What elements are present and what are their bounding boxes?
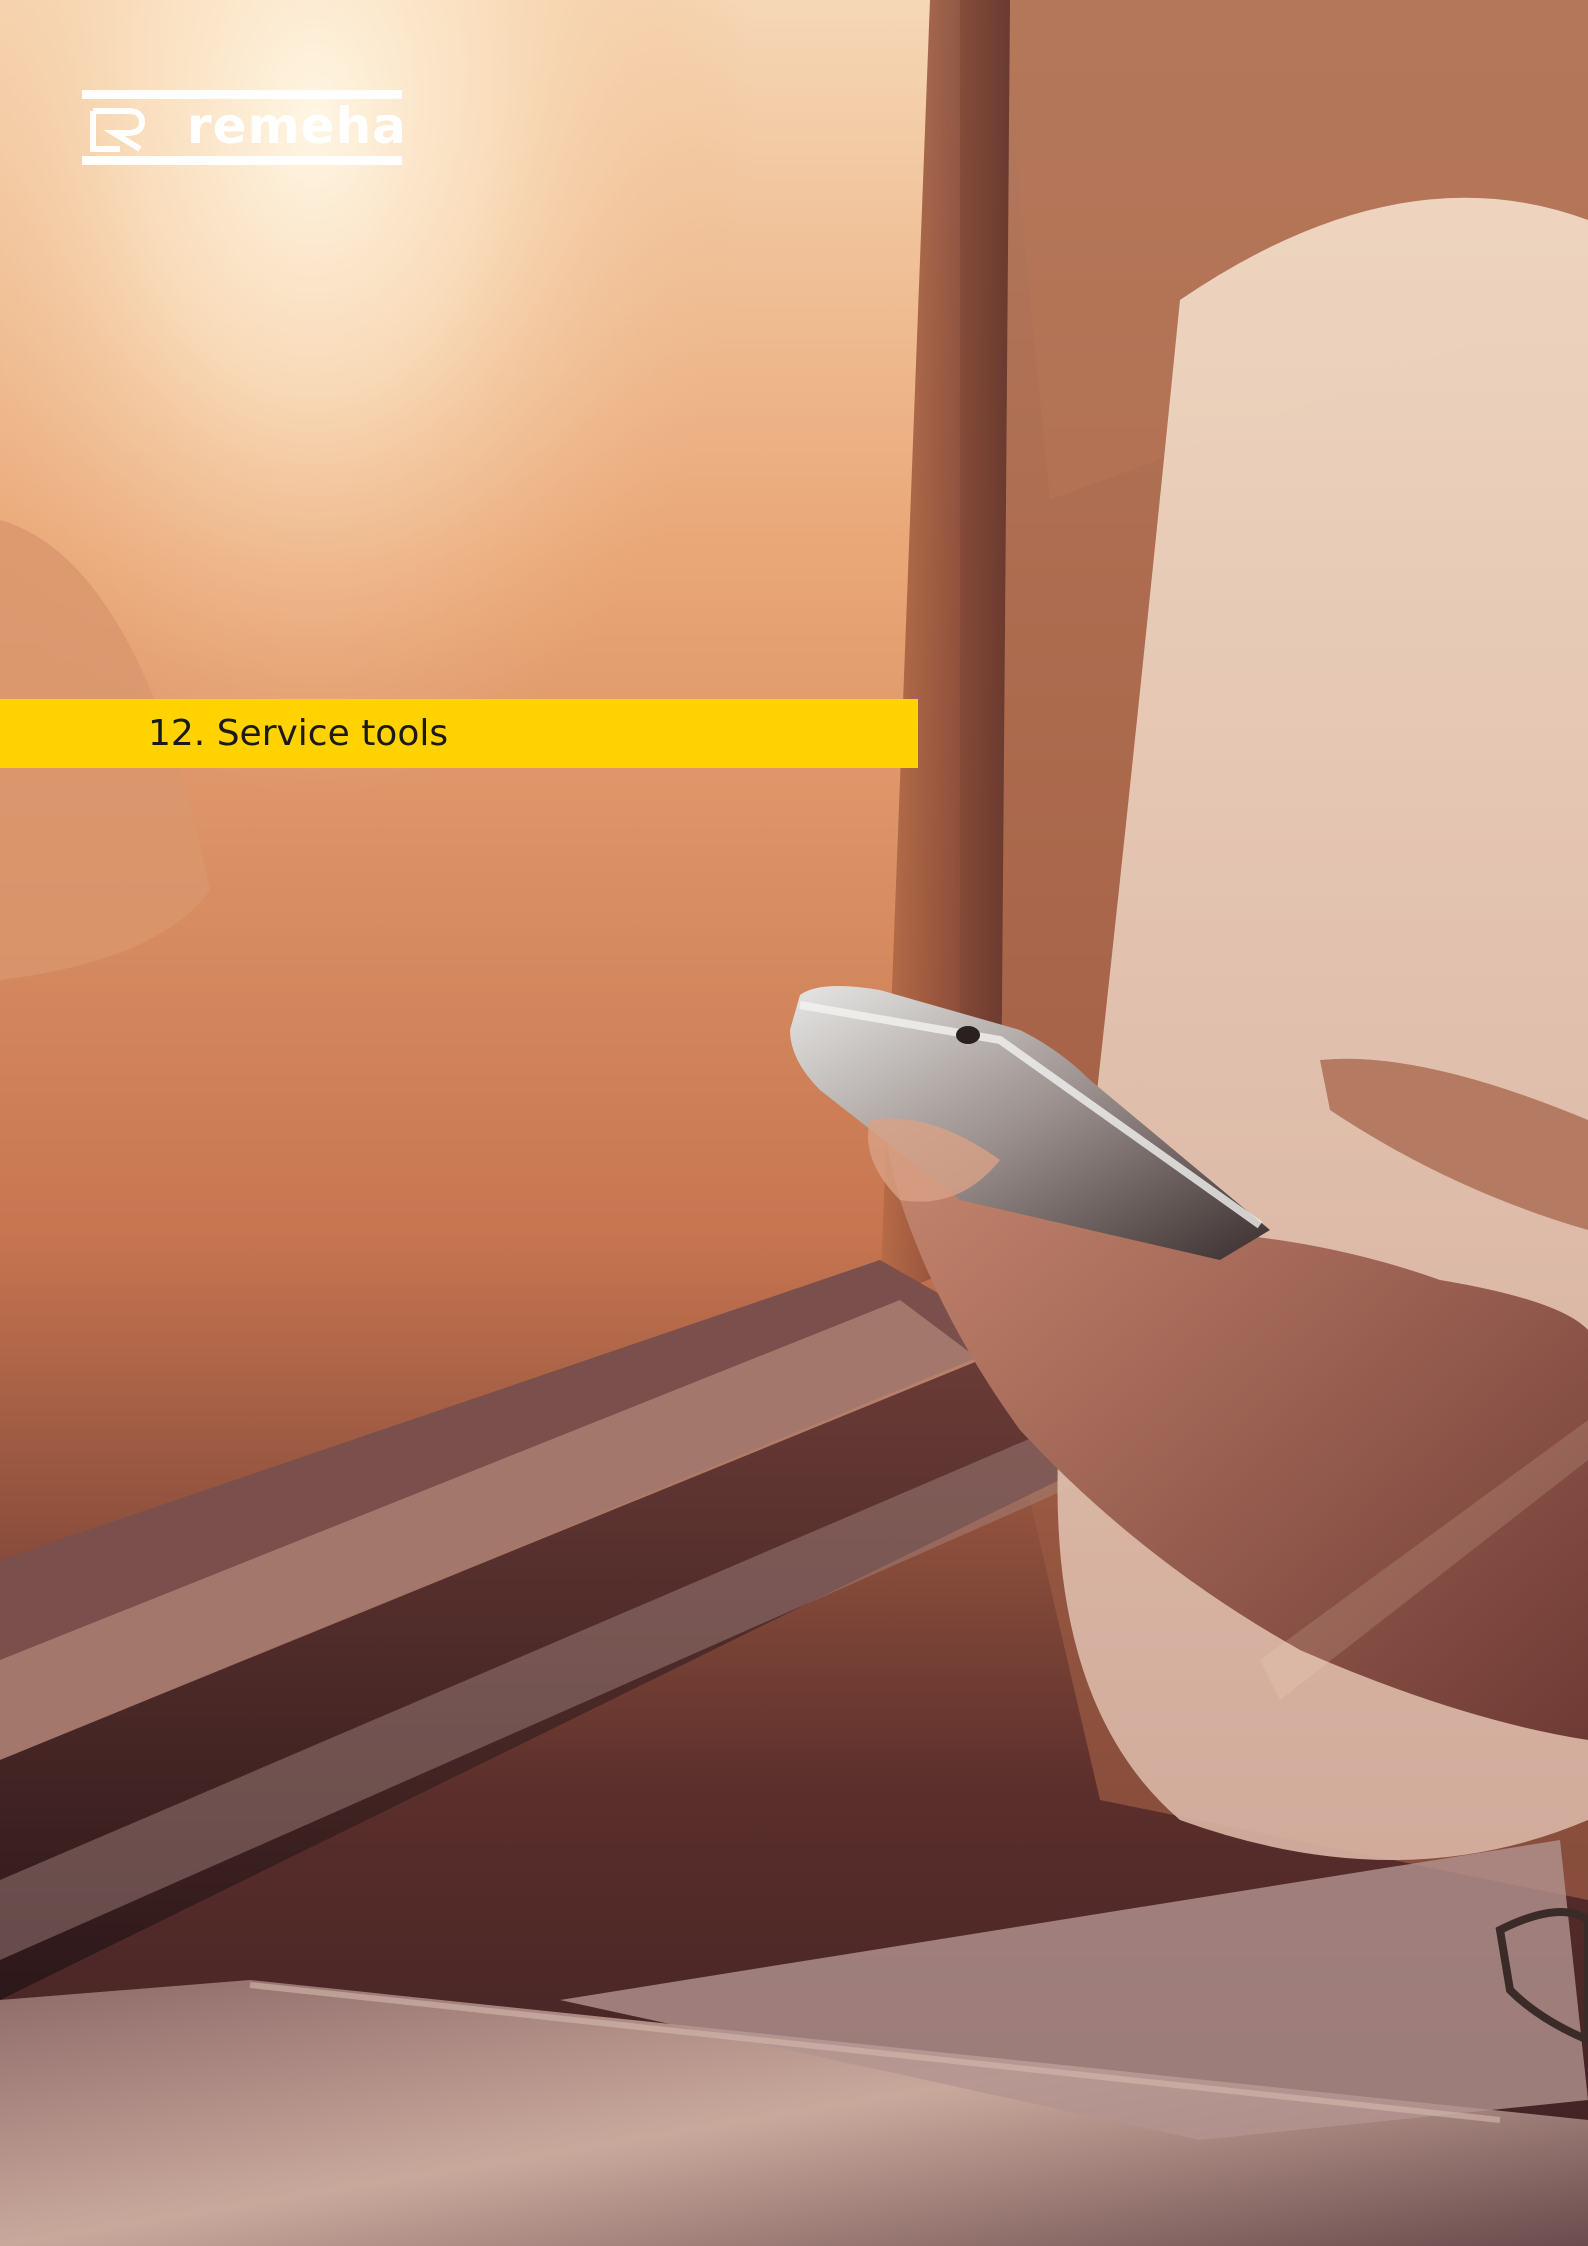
cover-photo <box>0 0 1588 2246</box>
cover-page: remeha 12. Service tools <box>0 0 1588 2246</box>
chapter-title-band: 12. Service tools <box>0 699 918 768</box>
logo-wordmark: remeha <box>187 97 407 155</box>
logo-bottom-rule <box>82 156 402 165</box>
remeha-logo-icon <box>90 108 146 152</box>
chapter-title: 12. Service tools <box>148 713 449 754</box>
remeha-logo: remeha <box>82 88 406 168</box>
